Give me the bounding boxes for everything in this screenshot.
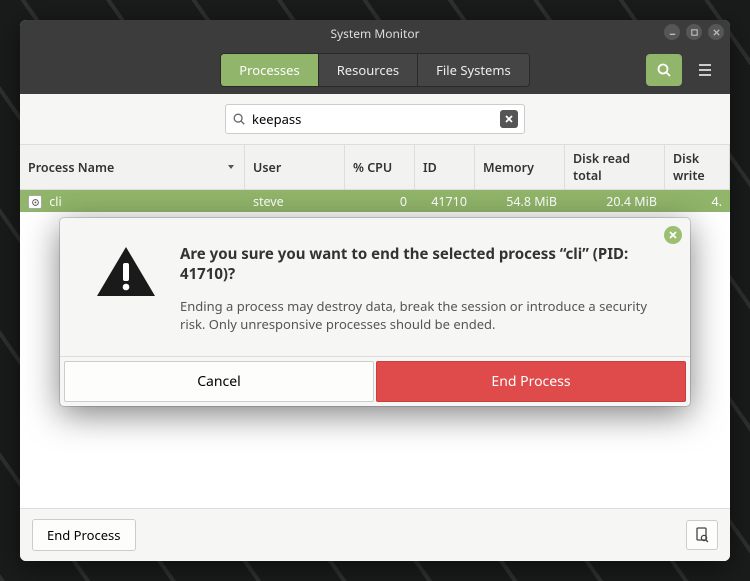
- col-id[interactable]: ID: [415, 145, 475, 189]
- dialog-end-process-button[interactable]: End Process: [376, 361, 686, 402]
- titlebar: System Monitor: [20, 20, 730, 46]
- menu-button[interactable]: [690, 54, 720, 86]
- col-disk-read[interactable]: Disk read total: [565, 145, 665, 189]
- close-button[interactable]: [708, 24, 724, 40]
- cell-cpu: 0: [345, 193, 415, 210]
- cell-memory: 54.8 MiB: [475, 193, 565, 210]
- col-disk-write[interactable]: Disk write: [665, 145, 730, 189]
- minimize-button[interactable]: [664, 24, 680, 40]
- dialog-body: Ending a process may destroy data, break…: [180, 297, 662, 335]
- cell-user: steve: [245, 193, 345, 210]
- dialog-cancel-button[interactable]: Cancel: [64, 361, 374, 402]
- view-tabs: Processes Resources File Systems: [220, 53, 529, 87]
- maximize-button[interactable]: [686, 24, 702, 40]
- close-icon: [504, 114, 514, 124]
- table-row[interactable]: cli steve 0 41710 54.8 MiB 20.4 MiB 4.: [20, 190, 730, 212]
- confirm-end-process-dialog: Are you sure you want to end the selecte…: [60, 218, 690, 406]
- col-cpu[interactable]: % CPU: [345, 145, 415, 189]
- end-process-button[interactable]: End Process: [32, 519, 136, 551]
- cell-diskr: 20.4 MiB: [565, 193, 665, 210]
- search-icon: [656, 62, 672, 78]
- document-search-icon: [695, 527, 709, 543]
- col-process-name[interactable]: Process Name: [20, 145, 245, 189]
- cell-diskw: 4.: [665, 193, 730, 210]
- col-memory[interactable]: Memory: [475, 145, 565, 189]
- properties-button[interactable]: [686, 520, 718, 550]
- toolbar: Processes Resources File Systems: [20, 46, 730, 94]
- search-field[interactable]: [225, 104, 525, 134]
- close-icon: [668, 230, 678, 240]
- table-header: Process Name User % CPU ID Memory Disk r…: [20, 145, 730, 190]
- footer: End Process: [20, 508, 730, 561]
- search-bar: [20, 94, 730, 145]
- sort-desc-icon: [226, 162, 236, 172]
- gear-icon: [28, 195, 42, 209]
- tab-resources[interactable]: Resources: [319, 54, 418, 86]
- col-user[interactable]: User: [245, 145, 345, 189]
- tab-filesystems[interactable]: File Systems: [418, 54, 529, 86]
- search-input[interactable]: [252, 110, 494, 128]
- cell-id: 41710: [415, 193, 475, 210]
- hamburger-icon: [697, 63, 713, 77]
- search-icon: [232, 112, 246, 126]
- cell-name: cli: [49, 193, 61, 210]
- dialog-close-button[interactable]: [664, 226, 682, 244]
- window-title: System Monitor: [330, 25, 419, 42]
- dialog-heading: Are you sure you want to end the selecte…: [180, 244, 662, 285]
- clear-search-button[interactable]: [500, 110, 518, 128]
- warning-icon: [94, 244, 158, 334]
- search-toggle-button[interactable]: [646, 54, 682, 86]
- tab-processes[interactable]: Processes: [221, 54, 318, 86]
